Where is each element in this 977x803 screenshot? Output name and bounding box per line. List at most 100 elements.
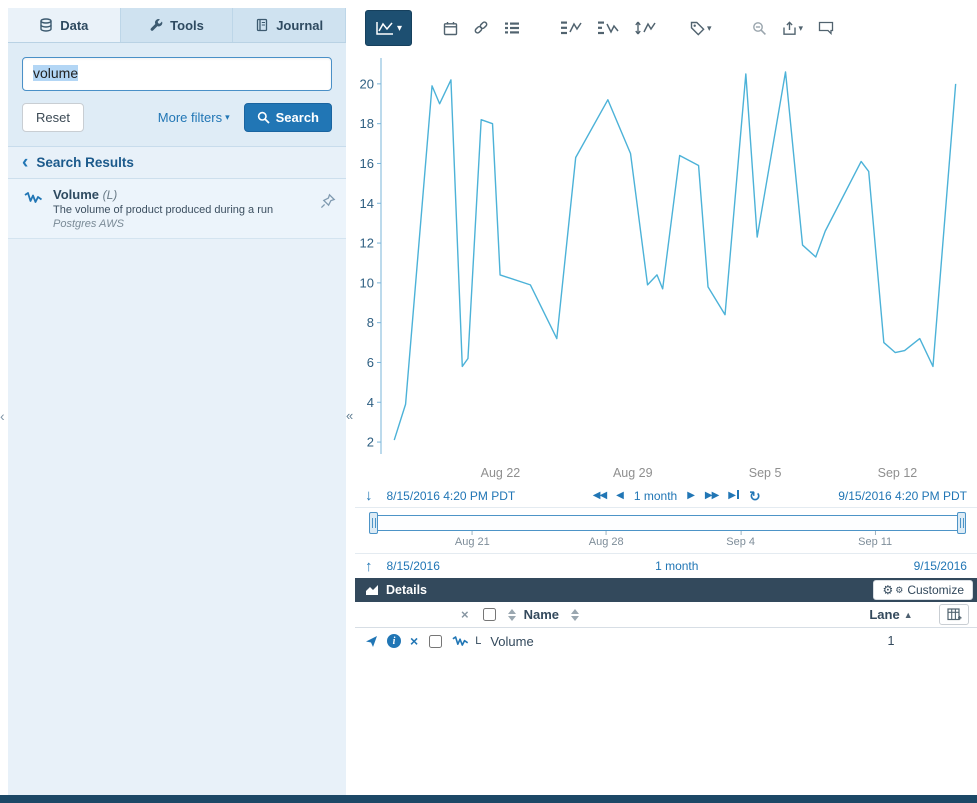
result-unit: (L) xyxy=(103,188,118,202)
search-button-label: Search xyxy=(276,110,319,125)
copy-range-down-button[interactable]: ↓ xyxy=(365,487,373,504)
separate-lanes-icon[interactable] xyxy=(594,17,622,39)
svg-text:4: 4 xyxy=(367,395,374,410)
collapse-left-edge-handle[interactable]: ‹ xyxy=(0,408,5,424)
signal-wave-icon xyxy=(452,635,469,648)
search-result-item[interactable]: Volume (L) The volume of product produce… xyxy=(8,179,346,239)
slider-ticks: Aug 21 Aug 28 Sep 4 Sep 11 xyxy=(370,531,965,551)
search-button[interactable]: Search xyxy=(244,103,332,132)
link-button[interactable] xyxy=(470,17,492,39)
sort-ascending-icon: ▲ xyxy=(904,610,913,620)
trend-view-dropdown-button[interactable]: ▾ xyxy=(365,10,412,46)
navigate-to-item-icon[interactable] xyxy=(365,635,378,648)
lane-column-header[interactable]: Lane ▲ xyxy=(859,607,923,622)
step-to-now-button[interactable]: ▶ xyxy=(728,490,739,501)
collapse-sidebar-handle[interactable]: « xyxy=(346,408,353,423)
item-axis-label: L xyxy=(475,635,481,647)
export-button[interactable]: ▾ xyxy=(779,18,807,39)
result-description: The volume of product produced during a … xyxy=(53,204,310,216)
search-results-label: Search Results xyxy=(36,155,134,170)
search-panel: volume Reset More filters ▾ Search xyxy=(8,43,346,147)
step-back-button[interactable]: ◀ xyxy=(616,491,624,501)
chevron-down-icon: ▾ xyxy=(707,23,712,34)
svg-text:Aug 22: Aug 22 xyxy=(481,466,521,480)
slider-tick: Sep 11 xyxy=(858,531,892,548)
list-button[interactable] xyxy=(501,18,523,38)
reset-button[interactable]: Reset xyxy=(22,103,84,132)
slider-tick: Aug 28 xyxy=(589,531,624,548)
database-icon xyxy=(39,18,53,32)
svg-text:Sep 5: Sep 5 xyxy=(749,466,782,480)
signal-wave-icon xyxy=(24,191,43,205)
svg-text:10: 10 xyxy=(360,275,374,290)
wrench-icon xyxy=(149,18,163,32)
svg-text:16: 16 xyxy=(360,156,374,171)
display-range-end[interactable]: 9/15/2016 4:20 PM PDT xyxy=(838,489,967,503)
result-name: Volume xyxy=(53,187,99,202)
comment-button[interactable] xyxy=(815,18,837,38)
svg-text:6: 6 xyxy=(367,355,374,370)
sort-selected-icon[interactable] xyxy=(508,609,516,621)
search-results-header: ‹ Search Results xyxy=(8,147,346,179)
details-title: Details xyxy=(386,583,873,597)
slider-tick-label: Sep 4 xyxy=(726,536,755,548)
display-range-duration[interactable]: 1 month xyxy=(634,489,677,503)
svg-text:12: 12 xyxy=(360,236,374,251)
bottom-status-bar xyxy=(0,795,977,803)
area-chart-icon xyxy=(365,584,379,596)
svg-text:Sep 12: Sep 12 xyxy=(878,466,918,480)
pin-icon[interactable] xyxy=(320,193,336,209)
customize-button[interactable]: ⚙⚙ Customize xyxy=(873,580,973,600)
display-range-start[interactable]: 8/15/2016 4:20 PM PDT xyxy=(387,489,516,503)
gear-icon: ⚙ xyxy=(895,586,903,595)
item-info-icon[interactable]: i xyxy=(387,634,401,648)
more-filters-label: More filters xyxy=(158,110,222,125)
remove-item-icon[interactable]: × xyxy=(410,633,418,649)
investigate-range-duration[interactable]: 1 month xyxy=(655,559,698,573)
left-gutter: ‹ xyxy=(0,0,8,795)
result-text: Volume (L) The volume of product produce… xyxy=(53,187,310,230)
details-table-header: × Name Lane ▲ xyxy=(355,602,977,628)
zoom-out-button[interactable] xyxy=(749,18,770,39)
name-column-header[interactable]: Name xyxy=(524,607,559,622)
investigate-range-end[interactable]: 9/15/2016 xyxy=(914,559,967,573)
details-table-row[interactable]: i × L Volume 1 xyxy=(355,628,977,654)
display-range-controls: ◀◀ ◀ 1 month ▶ ▶▶ ▶ ↻ xyxy=(593,489,761,503)
chevron-down-icon: ▾ xyxy=(397,23,402,34)
tab-journal-label: Journal xyxy=(276,18,323,33)
step-back-double-button[interactable]: ◀◀ xyxy=(593,491,606,501)
search-input-value: volume xyxy=(33,65,78,81)
svg-text:14: 14 xyxy=(360,196,374,211)
tab-data-label: Data xyxy=(60,18,88,33)
display-range-row: ↓ 8/15/2016 4:20 PM PDT ◀◀ ◀ 1 month ▶ ▶… xyxy=(355,484,977,508)
tab-data[interactable]: Data xyxy=(8,8,121,42)
remove-all-icon[interactable]: × xyxy=(461,607,469,622)
tab-journal[interactable]: Journal xyxy=(233,8,346,42)
add-column-button[interactable] xyxy=(939,604,969,625)
one-lane-icon[interactable] xyxy=(557,17,585,39)
trend-chart[interactable]: 2468101214161820Aug 22Aug 29Sep 5Sep 12 xyxy=(355,48,977,484)
search-input[interactable]: volume xyxy=(22,57,332,91)
slider-tick-label: Aug 21 xyxy=(455,536,490,548)
investigate-range-start[interactable]: 8/15/2016 xyxy=(387,559,440,573)
step-forward-button[interactable]: ▶ xyxy=(687,491,695,501)
main-panel: ▾ ▾ xyxy=(355,0,977,795)
item-name: Volume xyxy=(490,634,533,649)
tab-tools[interactable]: Tools xyxy=(121,8,234,42)
copy-range-up-button[interactable]: ↑ xyxy=(365,558,373,575)
result-source: Postgres AWS xyxy=(53,218,310,230)
slider-tick: Aug 21 xyxy=(455,531,490,548)
select-all-checkbox[interactable] xyxy=(483,608,496,621)
step-forward-double-button[interactable]: ▶▶ xyxy=(705,491,718,501)
autoscale-icon[interactable] xyxy=(631,17,659,39)
more-filters-link[interactable]: More filters ▾ xyxy=(158,110,230,125)
back-chevron-icon[interactable]: ‹ xyxy=(22,157,28,169)
search-icon xyxy=(257,111,270,124)
tag-button[interactable]: ▾ xyxy=(687,18,715,39)
range-slider-section: Aug 21 Aug 28 Sep 4 Sep 11 xyxy=(355,508,977,554)
refresh-button[interactable]: ↻ xyxy=(749,489,761,503)
calendar-button[interactable] xyxy=(440,18,461,39)
sort-name-icon[interactable] xyxy=(571,609,579,621)
range-slider[interactable] xyxy=(370,515,965,531)
item-checkbox[interactable] xyxy=(429,635,442,648)
